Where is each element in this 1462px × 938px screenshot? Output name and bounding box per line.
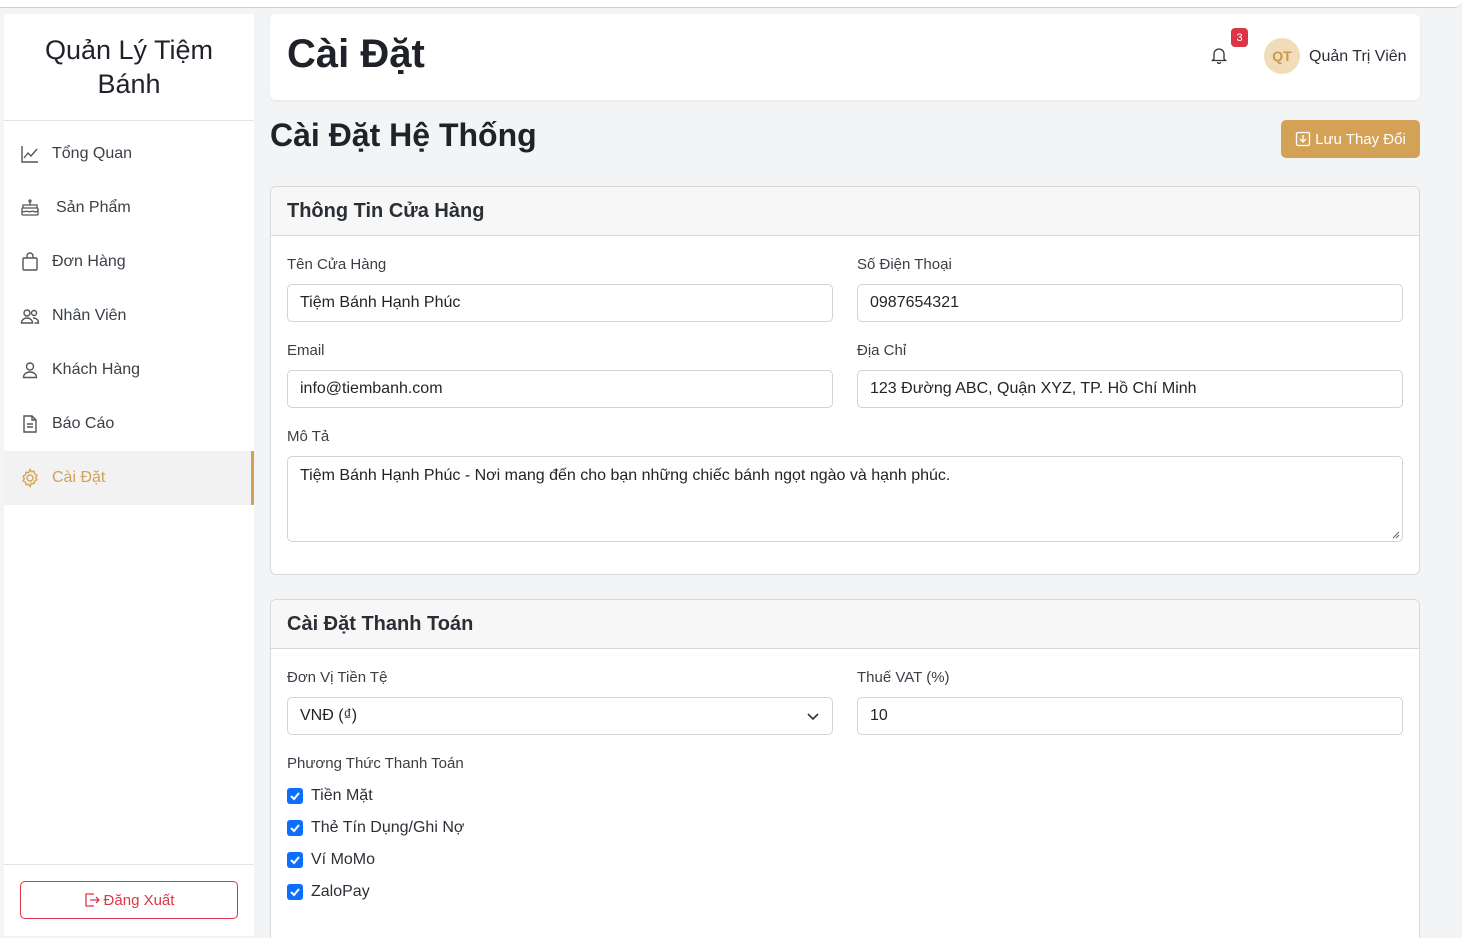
method-card-checkbox[interactable]: Thẻ Tín Dụng/Ghi Nợ [287,819,464,837]
chart-line-icon [20,144,40,164]
sidebar-nav: Tổng Quan Sản Phẩm Đơn Hàng Nhân Viên Kh… [4,121,254,505]
sidebar: Quản Lý Tiệm Bánh Tổng Quan Sản Phẩm Đơn… [4,14,254,936]
sidebar-item-label: Khách Hàng [52,361,141,378]
vat-label: Thuế VAT (%) [857,669,950,686]
method-label: Thẻ Tín Dụng/Ghi Nợ [311,819,465,836]
gear-icon [20,468,40,488]
save-button[interactable]: Lưu Thay Đổi [1281,120,1420,158]
store-name-label: Tên Cửa Hàng [287,256,387,273]
payment-card: Cài Đặt Thanh Toán Đơn Vị Tiền Tệ VNĐ (₫… [270,599,1420,938]
email-input[interactable]: info@tiembanh.com [287,370,833,408]
store-name-field: Tên Cửa Hàng Tiệm Bánh Hạnh Phúc [287,256,833,322]
phone-field: Số Điện Thoại 0987654321 [857,256,1403,322]
sidebar-item-bao-cao[interactable]: Báo Cáo [4,397,254,451]
shopping-bag-icon [20,252,40,272]
store-info-title: Thông Tin Cửa Hàng [271,187,1419,236]
sidebar-item-nhan-vien[interactable]: Nhân Viên [4,289,254,343]
sidebar-item-label: Đơn Hàng [52,253,126,270]
sidebar-item-khach-hang[interactable]: Khách Hàng [4,343,254,397]
sidebar-item-label: Nhân Viên [52,307,127,324]
logout-button[interactable]: Đăng Xuất [20,881,238,919]
description-text: Tiệm Bánh Hạnh Phúc - Nơi mang đến cho b… [300,467,951,484]
header-title: Cài Đặt [287,32,425,76]
logout-label: Đăng Xuất [103,891,175,909]
store-info-card: Thông Tin Cửa Hàng Tên Cửa Hàng Tiệm Bán… [270,186,1420,575]
username[interactable]: Quản Trị Viên [1309,48,1407,66]
sidebar-item-don-hang[interactable]: Đơn Hàng [4,235,254,289]
method-label: Ví MoMo [311,851,376,868]
top-header: Cài Đặt 3 QT Quản Trị Viên [270,14,1420,100]
avatar[interactable]: QT [1264,38,1300,74]
currency-select[interactable]: VNĐ (₫) [287,697,833,735]
browser-top-edge [0,0,1462,8]
address-input[interactable]: 123 Đường ABC, Quận XYZ, TP. Hồ Chí Minh [857,370,1403,408]
brand-title: Quản Lý Tiệm Bánh [44,35,214,99]
cake-icon [20,198,40,218]
address-field: Địa Chỉ 123 Đường ABC, Quận XYZ, TP. Hồ … [857,342,1403,408]
checkbox-checked-icon[interactable] [287,852,303,868]
vat-field: Thuế VAT (%) 10 [857,669,1403,735]
payment-methods-label: Phương Thức Thanh Toán [287,755,464,772]
phone-label: Số Điện Thoại [857,256,952,273]
currency-value: VNĐ (₫) [300,707,358,724]
payment-title: Cài Đặt Thanh Toán [271,600,1419,649]
person-icon [20,360,40,380]
document-icon [20,414,40,434]
method-label: Tiền Mặt [311,787,373,804]
sidebar-item-san-pham[interactable]: Sản Phẩm [4,181,254,235]
description-label: Mô Tả [287,428,330,445]
method-zalopay-checkbox[interactable]: ZaloPay [287,883,370,901]
checkbox-checked-icon[interactable] [287,820,303,836]
email-label: Email [287,342,325,359]
sidebar-footer: Đăng Xuất [4,864,254,936]
save-icon [1295,131,1315,147]
method-label: ZaloPay [311,883,370,900]
vat-input[interactable]: 10 [857,697,1403,735]
email-field: Email info@tiembanh.com [287,342,833,408]
people-icon [20,306,40,326]
currency-label: Đơn Vị Tiền Tệ [287,669,388,686]
save-label: Lưu Thay Đổi [1315,130,1406,148]
description-field: Mô Tả Tiệm Bánh Hạnh Phúc - Nơi mang đến… [287,428,1403,542]
chevron-down-icon [806,709,820,723]
sidebar-item-cai-dat[interactable]: Cài Đặt [4,451,254,505]
description-textarea[interactable]: Tiệm Bánh Hạnh Phúc - Nơi mang đến cho b… [287,456,1403,542]
brand: Quản Lý Tiệm Bánh [4,14,254,121]
checkbox-checked-icon[interactable] [287,884,303,900]
method-momo-checkbox[interactable]: Ví MoMo [287,851,375,869]
page-title: Cài Đặt Hệ Thống [270,117,537,153]
notification-badge: 3 [1231,28,1248,47]
notification-bell-icon[interactable] [1210,46,1230,66]
resize-handle-icon[interactable] [1392,531,1400,539]
phone-input[interactable]: 0987654321 [857,284,1403,322]
sidebar-item-label: Sản Phẩm [56,199,131,216]
method-cash-checkbox[interactable]: Tiền Mặt [287,787,373,805]
store-name-input[interactable]: Tiệm Bánh Hạnh Phúc [287,284,833,322]
checkbox-checked-icon[interactable] [287,788,303,804]
currency-field: Đơn Vị Tiền Tệ VNĐ (₫) [287,669,833,735]
sidebar-item-tong-quan[interactable]: Tổng Quan [4,127,254,181]
sidebar-item-label: Báo Cáo [52,415,115,432]
address-label: Địa Chỉ [857,342,907,359]
sidebar-item-label: Cài Đặt [52,469,106,486]
logout-icon [84,892,104,908]
sidebar-item-label: Tổng Quan [52,145,133,162]
